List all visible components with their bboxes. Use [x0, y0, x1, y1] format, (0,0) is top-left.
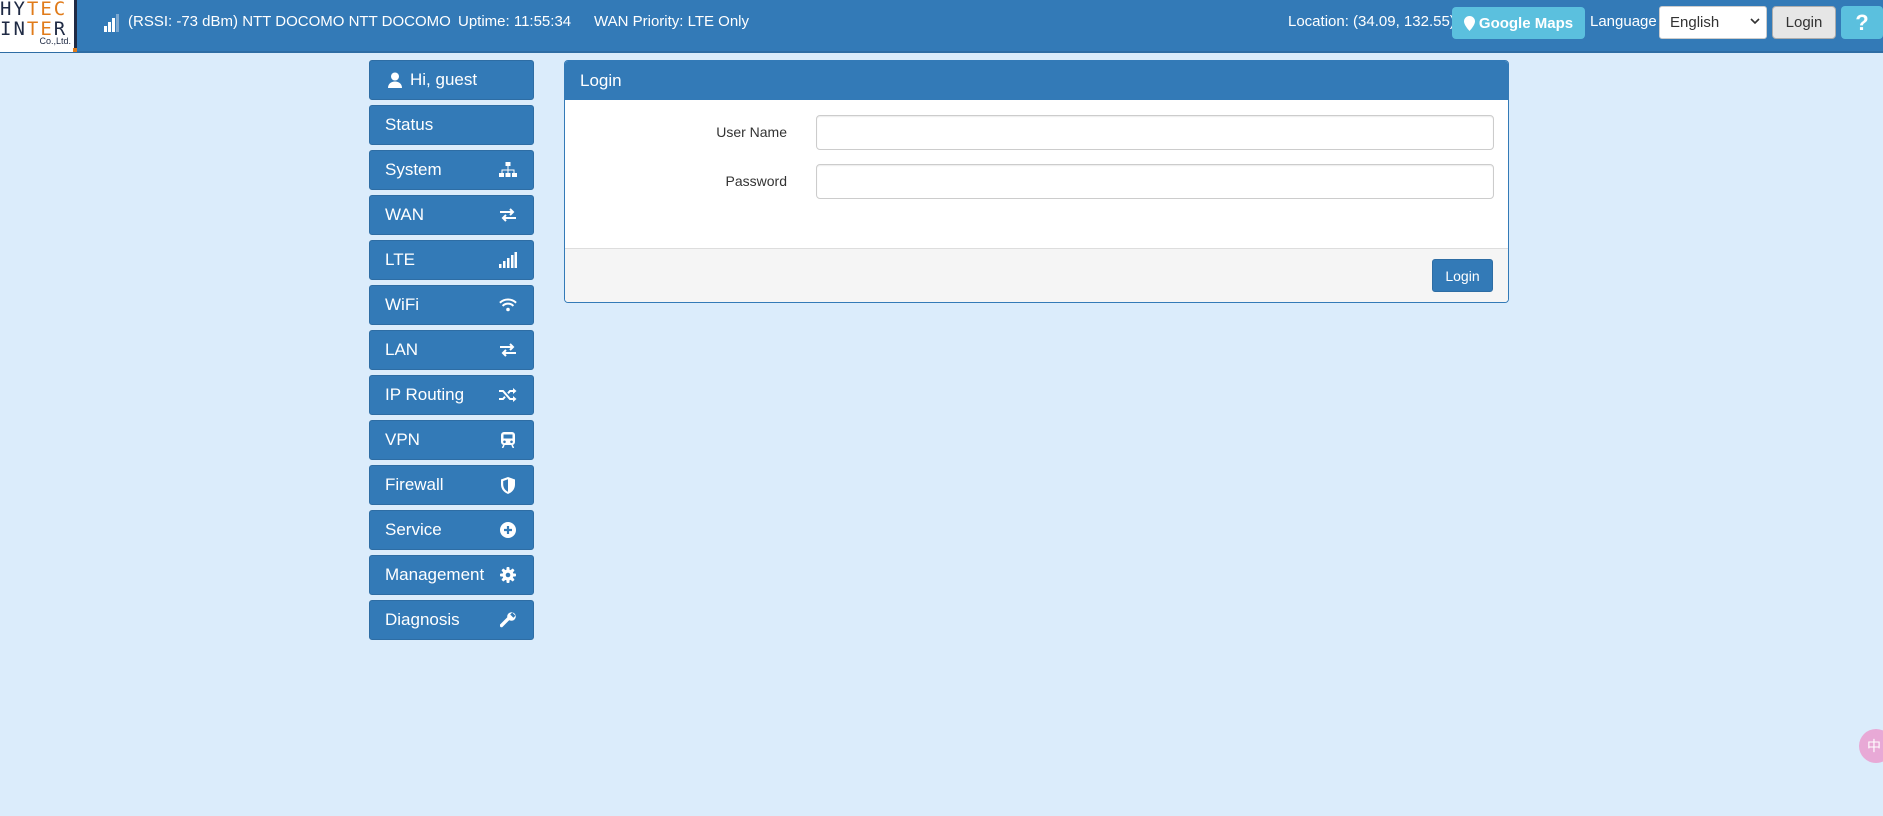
login-panel-title: Login — [565, 61, 1508, 100]
sidebar-item-lte[interactable]: LTE — [369, 240, 534, 280]
sidebar-item-label: VPN — [385, 430, 420, 449]
shield-icon — [499, 476, 517, 494]
password-field[interactable] — [816, 164, 1494, 199]
login-panel: Login User Name Password Login — [564, 60, 1509, 303]
sidebar-item-service[interactable]: Service — [369, 510, 534, 550]
signal-status-text: (RSSI: -73 dBm) NTT DOCOMO NTT DOCOMO — [128, 13, 451, 30]
wan-priority-text: WAN Priority: LTE Only — [594, 13, 750, 30]
sidebar-item-label: Diagnosis — [385, 610, 460, 629]
plus-circle-icon — [499, 521, 517, 539]
sidebar-item-label: Firewall — [385, 475, 444, 494]
help-button[interactable]: ? — [1841, 6, 1883, 39]
password-label: Password — [725, 173, 787, 189]
header-login-button[interactable]: Login — [1772, 6, 1836, 39]
sidebar-item-label: WAN — [385, 205, 425, 224]
login-submit-button[interactable]: Login — [1432, 259, 1493, 292]
signal-strength-icon — [104, 14, 120, 32]
sidebar-item-ip-routing[interactable]: IP Routing — [369, 375, 534, 415]
sidebar-item-label: LAN — [385, 340, 419, 359]
greeting-label: Hi, guest — [410, 70, 478, 89]
sidebar-item-wifi[interactable]: WiFi — [369, 285, 534, 325]
language-label: Language — [1590, 13, 1657, 30]
sidebar-greeting[interactable]: Hi, guest — [369, 60, 534, 100]
sidebar-item-system[interactable]: System — [369, 150, 534, 190]
sidebar-item-status[interactable]: Status — [369, 105, 534, 145]
sidebar-item-diagnosis[interactable]: Diagnosis — [369, 600, 534, 640]
chevron-down-icon — [1750, 15, 1760, 29]
sidebar-item-label: LTE — [385, 250, 415, 269]
username-field[interactable] — [816, 115, 1494, 150]
company-logo: HYTEC INTER Co.,Ltd. — [0, 0, 77, 52]
google-maps-button[interactable]: Google Maps — [1452, 7, 1585, 39]
google-maps-label: Google Maps — [1478, 14, 1574, 32]
sidebar-item-firewall[interactable]: Firewall — [369, 465, 534, 505]
floating-language-badge[interactable]: 中 — [1859, 729, 1883, 763]
sidebar-item-lan[interactable]: LAN — [369, 330, 534, 370]
map-marker-icon — [1463, 15, 1475, 31]
user-icon — [388, 72, 402, 88]
sidebar-item-label: System — [385, 160, 442, 179]
sidebar-item-label: Status — [385, 115, 434, 134]
wifi-icon — [499, 296, 517, 314]
sitemap-icon — [499, 161, 517, 179]
exchange-icon — [499, 341, 517, 359]
sidebar-item-wan[interactable]: WAN — [369, 195, 534, 235]
login-panel-footer: Login — [565, 248, 1508, 302]
wrench-icon — [499, 611, 517, 629]
username-label: User Name — [716, 124, 787, 140]
gear-icon — [499, 566, 517, 584]
language-selected-value: English — [1670, 14, 1720, 31]
uptime-text: Uptime: 11:55:34 — [458, 13, 572, 30]
sidebar-item-vpn[interactable]: VPN — [369, 420, 534, 460]
sidebar-item-management[interactable]: Management — [369, 555, 534, 595]
train-icon — [499, 431, 517, 449]
random-icon — [499, 386, 517, 404]
signal-bars-icon — [499, 251, 517, 269]
top-bar: HYTEC INTER Co.,Ltd. (RSSI: -73 dBm) NTT… — [0, 0, 1883, 53]
exchange-icon — [499, 206, 517, 224]
language-select[interactable]: English — [1659, 6, 1767, 39]
location-text: Location: (34.09, 132.55) — [1288, 13, 1455, 30]
sidebar-item-label: Service — [385, 520, 442, 539]
sidebar-item-label: Management — [385, 565, 485, 584]
sidebar-item-label: IP Routing — [385, 385, 465, 404]
sidebar-item-label: WiFi — [385, 295, 419, 314]
